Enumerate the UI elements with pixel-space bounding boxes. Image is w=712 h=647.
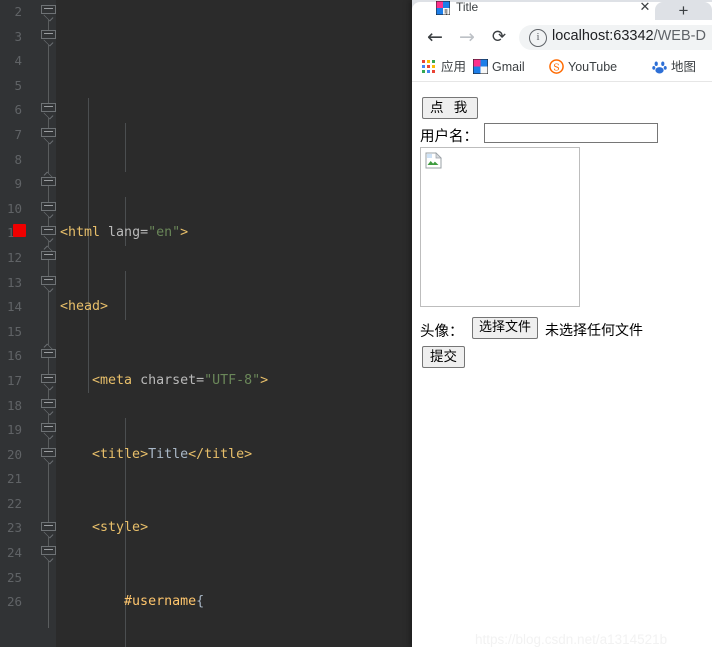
line-number: 9 (14, 176, 22, 192)
avatar-label: 头像： (420, 324, 464, 340)
code-fold-toggle-icon[interactable] (41, 275, 56, 293)
code-fold-toggle-icon[interactable] (41, 226, 56, 243)
line-number: 10 (6, 200, 22, 216)
line-number: 25 (6, 569, 22, 585)
browser-window[interactable]: IJ Title ✕ + ← → ⟳ i localhost:63342/WEB… (412, 0, 712, 647)
browser-tab-title: Title (456, 0, 479, 14)
line-number: 12 (6, 249, 22, 265)
watermark-text: https://blog.csdn.net/a1314521b (475, 632, 668, 647)
bookmark-maps[interactable]: 地图 (652, 57, 696, 77)
line-number: 20 (6, 446, 22, 462)
line-number: 19 (6, 422, 22, 438)
line-number: 23 (6, 520, 22, 536)
line-number: 17 (6, 372, 22, 388)
line-number: 14 (6, 299, 22, 315)
line-number: 6 (14, 102, 22, 118)
line-number: 15 (6, 323, 22, 339)
code-fold-toggle-icon[interactable] (41, 171, 56, 189)
line-number: 24 (6, 545, 22, 561)
line-number: 7 (14, 126, 22, 142)
username-label: 用户名： (420, 129, 478, 145)
line-number: 21 (6, 471, 22, 487)
editor-code-folding-column[interactable] (41, 0, 57, 647)
back-arrow-icon[interactable]: ← (424, 26, 446, 48)
baidu-paw-icon (652, 59, 668, 75)
bookmark-apps[interactable]: 应用 (422, 57, 466, 77)
code-fold-toggle-icon[interactable] (41, 398, 56, 416)
svg-text:IJ: IJ (444, 8, 448, 15)
bookmark-label: YouTube (568, 60, 618, 74)
code-fold-toggle-icon[interactable] (41, 128, 56, 145)
line-number: 18 (6, 397, 22, 413)
line-number: 22 (6, 495, 22, 511)
line-number: 4 (14, 53, 22, 69)
line-number: 8 (14, 151, 22, 167)
code-fold-toggle-icon[interactable] (41, 423, 56, 440)
click-me-button[interactable]: 点 我 (422, 97, 479, 119)
url-host: localhost:63342 (552, 28, 654, 44)
code-fold-toggle-icon[interactable] (41, 546, 56, 563)
choose-file-button[interactable]: 选择文件 (472, 317, 539, 339)
line-number: 16 (6, 348, 22, 364)
svg-text:S: S (553, 62, 559, 73)
bookmark-youtube[interactable]: S YouTube (549, 57, 617, 77)
code-fold-toggle-icon[interactable] (41, 374, 56, 391)
page-info-icon[interactable]: i (529, 29, 547, 47)
bookmark-gmail[interactable]: Gmail (473, 57, 525, 77)
submit-button[interactable]: 提交 (422, 346, 465, 368)
no-file-selected-text: 未选择任何文件 (545, 323, 643, 339)
broken-image-icon (425, 152, 442, 169)
sogou-s-icon: S (549, 59, 565, 75)
rendered-page-content: 点 我 用户名： 头像： 选择文件 未选择任何文件 提交 https://blo… (412, 82, 712, 647)
bookmark-label: 应用 (441, 60, 467, 74)
close-icon[interactable]: ✕ (639, 0, 651, 13)
line-number: 13 (6, 274, 22, 290)
code-fold-toggle-icon[interactable] (41, 103, 56, 120)
bookmark-label: 地图 (671, 60, 697, 74)
line-number: 2 (14, 4, 22, 19)
breakpoint-marker[interactable] (13, 224, 26, 237)
code-fold-toggle-icon[interactable] (41, 245, 56, 263)
reload-icon[interactable]: ⟳ (488, 26, 510, 48)
code-fold-toggle-icon[interactable] (41, 447, 56, 465)
url-path: /WEB-D (653, 28, 706, 44)
code-fold-toggle-icon[interactable] (41, 521, 56, 539)
line-number: 26 (6, 594, 22, 610)
editor-line-numbers: 2345678910111213141516171819202122232425… (0, 0, 22, 615)
code-fold-toggle-icon[interactable] (41, 5, 56, 22)
apps-grid-icon (422, 59, 438, 75)
code-fold-toggle-icon[interactable] (41, 201, 56, 219)
new-tab-button[interactable]: + (655, 2, 712, 20)
forward-arrow-icon[interactable]: → (456, 26, 478, 48)
avatar-image-preview (420, 147, 580, 307)
line-number: 5 (14, 77, 22, 93)
browser-toolbar[interactable]: ← → ⟳ i localhost:63342/WEB-D (412, 20, 712, 54)
line-number: 3 (14, 28, 22, 44)
bookmark-label: Gmail (492, 60, 525, 74)
intellij-idea-icon (473, 59, 489, 75)
username-input[interactable] (484, 123, 658, 143)
intellij-idea-favicon-icon: IJ (436, 1, 450, 15)
address-bar[interactable]: i localhost:63342/WEB-D (519, 25, 712, 50)
address-bar-url: localhost:63342/WEB-D (552, 28, 706, 44)
code-fold-toggle-icon[interactable] (41, 29, 56, 47)
code-fold-toggle-icon[interactable] (41, 343, 56, 361)
browser-tab-strip[interactable]: IJ Title ✕ + (412, 0, 712, 20)
bookmarks-bar[interactable]: 应用 Gmail S YouTube 地图 (412, 54, 712, 82)
